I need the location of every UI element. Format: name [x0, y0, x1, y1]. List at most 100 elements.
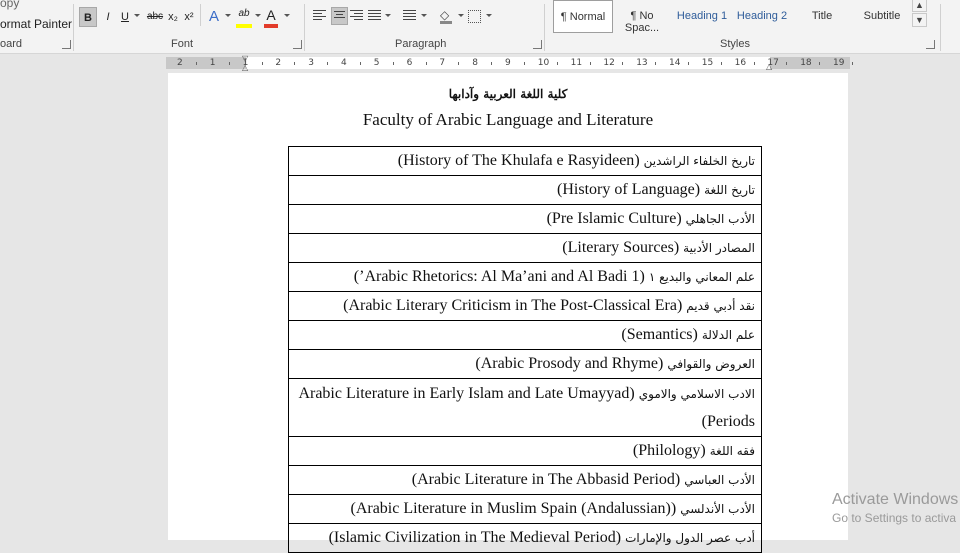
- ruler-tick-mark: [425, 62, 427, 65]
- course-cell[interactable]: علم المعاني والبديع ١ (Arabic Rhetorics:…: [288, 262, 762, 292]
- right-indent-marker-icon[interactable]: △: [766, 62, 772, 71]
- ruler-tick-label: 12: [603, 58, 615, 68]
- watermark-line-1: Activate Windows: [832, 491, 959, 508]
- course-english-title: (Literary Sources): [562, 239, 680, 256]
- underline-button[interactable]: U: [118, 7, 132, 27]
- line-spacing-icon[interactable]: [403, 10, 416, 21]
- shading-icon[interactable]: ◇: [440, 9, 452, 24]
- highlight-button[interactable]: ab: [236, 7, 252, 28]
- styles-scroll-up-icon[interactable]: ▲: [912, 0, 927, 12]
- ruler-tick-mark: [852, 62, 853, 65]
- first-line-indent-marker-icon[interactable]: ▽: [242, 54, 248, 63]
- font-launcher-icon[interactable]: [293, 40, 302, 49]
- justify-dropdown-icon[interactable]: [385, 14, 391, 17]
- paragraph-group-label: Paragraph: [395, 38, 447, 50]
- borders-icon[interactable]: [468, 10, 481, 23]
- course-arabic-title: تاريخ الخلفاء الراشدين: [643, 154, 755, 168]
- style-label: ¶ Normal: [560, 11, 606, 23]
- group-separator: [73, 4, 74, 51]
- watermark-line-2: Go to Settings to activa: [832, 511, 957, 525]
- align-right-icon[interactable]: [350, 10, 363, 21]
- styles-launcher-icon[interactable]: [926, 40, 935, 49]
- table-row: أدب عصر الدول والإمارات (Islamic Civiliz…: [288, 523, 762, 553]
- format-painter-button[interactable]: ormat Painter: [0, 17, 72, 31]
- strikethrough-button[interactable]: abc: [145, 7, 165, 27]
- ruler-tick-label: 10: [537, 58, 550, 68]
- copy-button[interactable]: opy: [0, 0, 19, 10]
- table-row: نقد أدبي قديم (Arabic Literary Criticism…: [288, 291, 762, 321]
- group-separator: [304, 4, 305, 51]
- table-row: الأدب العباسي (Arabic Literature in The …: [288, 465, 762, 495]
- font-color-button[interactable]: A: [264, 7, 278, 28]
- highlight-dropdown-icon[interactable]: [255, 14, 261, 17]
- course-cell[interactable]: فقه اللغة (Philology): [288, 436, 762, 466]
- clipboard-group-label: oard: [0, 38, 23, 50]
- font-color-dropdown-icon[interactable]: [284, 14, 290, 17]
- align-center-icon[interactable]: [331, 7, 348, 25]
- justify-icon[interactable]: [368, 10, 381, 21]
- course-cell[interactable]: المصادر الأدبية (Literary Sources): [288, 233, 762, 263]
- style-title[interactable]: Title: [792, 0, 852, 33]
- paragraph-launcher-icon[interactable]: [533, 40, 542, 49]
- left-indent-marker-icon[interactable]: △: [242, 63, 248, 72]
- superscript-button[interactable]: x²: [182, 7, 196, 27]
- ruler-tick-label: 2: [275, 58, 282, 68]
- text-effects-dropdown-icon[interactable]: [225, 14, 231, 17]
- document-page[interactable]: كلية اللغة العربية وآدابها Faculty of Ar…: [168, 73, 848, 553]
- underline-dropdown-icon[interactable]: [134, 14, 140, 17]
- course-cell[interactable]: علم الدلالة (Semantics): [288, 320, 762, 350]
- course-arabic-title: علم المعاني والبديع ١: [648, 270, 755, 284]
- subscript-button[interactable]: x₂: [166, 7, 180, 27]
- font-group-label: Font: [171, 38, 194, 50]
- course-english-title: (Arabic Prosody and Rhyme): [475, 355, 664, 372]
- style-heading-2[interactable]: Heading 2: [732, 0, 792, 33]
- shading-dropdown-icon[interactable]: [458, 14, 464, 17]
- text-effects-button[interactable]: A: [207, 7, 221, 27]
- style-no-spacing[interactable]: ¶ No Spac...: [613, 0, 671, 34]
- ruler-tick-mark: [786, 62, 788, 65]
- style-label: ¶ No Spac...: [624, 10, 660, 34]
- bold-button[interactable]: B: [79, 7, 97, 27]
- english-heading: Faculty of Arabic Language and Literatur…: [362, 110, 654, 129]
- course-cell[interactable]: الأدب الجاهلي (Pre Islamic Culture): [288, 204, 762, 234]
- course-cell[interactable]: تاريخ اللغة (History of Language): [288, 175, 762, 205]
- course-arabic-title: العروض والقوافي: [667, 357, 755, 371]
- course-cell[interactable]: الأدب الأندلسي (Arabic Literature in Mus…: [288, 494, 762, 524]
- course-cell[interactable]: تاريخ الخلفاء الراشدين (History of The K…: [288, 146, 762, 176]
- italic-button[interactable]: I: [101, 7, 115, 27]
- styles-group-label: Styles: [720, 38, 750, 50]
- table-row: علم المعاني والبديع ١ (Arabic Rhetorics:…: [288, 262, 762, 292]
- clipboard-launcher-icon[interactable]: [62, 40, 71, 49]
- group-separator: [544, 4, 545, 51]
- table-row: علم الدلالة (Semantics): [288, 320, 762, 350]
- ruler-tick-label: 2: [177, 58, 183, 68]
- course-english-title: (Arabic Literary Criticism in The Post-C…: [343, 297, 683, 314]
- course-cell[interactable]: نقد أدبي قديم (Arabic Literary Criticism…: [288, 291, 762, 321]
- style-normal[interactable]: ¶ Normal: [553, 0, 613, 33]
- style-subtitle[interactable]: Subtitle: [852, 0, 912, 33]
- course-arabic-title: الادب الاسلامي والاموي: [638, 387, 755, 401]
- ruler-tick-label: 3: [308, 58, 314, 68]
- course-english-title: (Philology): [632, 442, 706, 459]
- course-cell[interactable]: الادب الاسلامي والاموي (Arabic Literatur…: [288, 378, 762, 437]
- ruler-tick-label: 1: [209, 58, 216, 68]
- course-english-title: (Arabic Literature in Muslim Spain (Anda…: [350, 500, 677, 517]
- activate-windows-watermark: Activate Windows Go to Settings to activ…: [832, 491, 958, 525]
- course-english-title: (Pre Islamic Culture): [546, 210, 682, 227]
- course-cell[interactable]: أدب عصر الدول والإمارات (Islamic Civiliz…: [288, 523, 762, 553]
- ruler-tick-label: 15: [701, 58, 714, 68]
- ruler-tick-mark: [655, 62, 657, 65]
- style-heading-1[interactable]: Heading 1: [672, 0, 732, 33]
- borders-dropdown-icon[interactable]: [486, 14, 492, 17]
- ruler-tick-label: 16: [734, 58, 747, 68]
- arabic-heading: كلية اللغة العربية وآدابها: [448, 87, 568, 101]
- course-cell[interactable]: العروض والقوافي (Arabic Prosody and Rhym…: [288, 349, 762, 379]
- align-left-icon[interactable]: [313, 10, 326, 21]
- ribbon: opy ormat Painter oard B I U abc x₂ x² A…: [0, 0, 960, 54]
- line-spacing-dropdown-icon[interactable]: [421, 14, 427, 17]
- styles-scroll-down-icon[interactable]: ▼: [912, 13, 927, 27]
- course-cell[interactable]: الأدب العباسي (Arabic Literature in The …: [288, 465, 762, 495]
- horizontal-ruler[interactable]: 2 1 1 2 3 4 5 6 7 8 9 10 11 12 13 14 15 16 17 18 19 ▽ △ △: [0, 54, 960, 72]
- course-english-title: (Islamic Civilization in The Medieval Pe…: [328, 529, 622, 546]
- ruler-tick-mark: [556, 62, 558, 65]
